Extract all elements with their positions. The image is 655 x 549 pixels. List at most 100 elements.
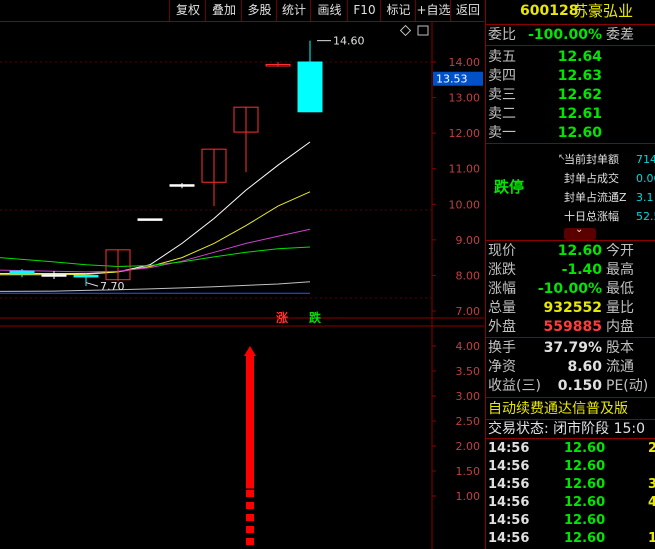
y-tick-label: 7.00 [456, 305, 481, 318]
tick-price: 12.60 [564, 495, 606, 510]
quote-row: 外盘 559885 内盘 [486, 318, 655, 336]
candle[interactable] [105, 249, 131, 281]
sell-row[interactable]: 卖一 12.60 [486, 124, 655, 142]
sell-price: 12.61 [557, 106, 602, 122]
indicator-tick-label: 3.50 [456, 365, 481, 378]
quote-row: 涨跌 -1.40 最高 [486, 261, 655, 279]
tick-time: 14:56 [488, 495, 530, 510]
tick-time: 14:56 [488, 531, 530, 546]
tick-volume: 4 [648, 495, 655, 510]
candle[interactable] [265, 62, 291, 67]
limit-row: 封单占成交 0.06 [486, 170, 655, 188]
fundamental-row: 换手 37.79% 股本 [486, 339, 655, 357]
sell-price: 12.62 [557, 87, 602, 103]
quote-value: 12.60 [557, 243, 602, 259]
up-arrow-icon [244, 346, 256, 356]
sell-row[interactable]: 卖二 12.61 [486, 105, 655, 123]
stock-code: 600128 [520, 3, 579, 19]
collapse-button[interactable]: ⌄ [564, 224, 596, 240]
candle[interactable] [201, 148, 227, 207]
indicator-tick-label: 2.50 [456, 415, 481, 428]
quote-right-label: 量比 [606, 300, 634, 316]
ma-line-1 [0, 191, 311, 276]
sell-row[interactable]: 卖五 12.64 [486, 48, 655, 66]
diamond-icon[interactable] [399, 24, 412, 37]
tick-price: 12.60 [564, 531, 606, 546]
high-price-label: 14.60 [333, 35, 365, 48]
banner-text[interactable]: 自动续费通达信普及版 [488, 400, 628, 418]
tick-time: 14:56 [488, 477, 530, 492]
candle[interactable] [297, 40, 323, 113]
limit-label: 封单占成交 [564, 172, 619, 185]
marker-label: 涨 [276, 310, 288, 325]
tick-price: 12.60 [564, 477, 606, 492]
diff-label: 委差 [606, 27, 634, 43]
sell-row[interactable]: 卖四 12.63 [486, 67, 655, 85]
quote-panel: 600128 苏豪弘业 委比 -100.00% 委差 卖五 12.64 卖四 12.6… [485, 0, 655, 549]
sell-row[interactable]: 卖三 12.62 [486, 86, 655, 104]
y-tick-label: 11.00 [449, 163, 481, 176]
limit-row: 当前封单额 714 [486, 151, 655, 169]
tick-price: 12.60 [564, 459, 606, 474]
sell-label: 卖五 [488, 49, 516, 65]
tick-row[interactable]: 14:56 12.60 4 [486, 494, 655, 512]
tick-row[interactable]: 14:56 12.60 1 [486, 530, 655, 548]
tick-volume: 2 [648, 441, 655, 456]
divider [486, 337, 655, 338]
quote-right-label: 今开 [606, 243, 634, 259]
tick-volume: 1 [648, 531, 655, 546]
tick-volume: 3 [648, 477, 655, 492]
candle[interactable] [137, 218, 163, 221]
limit-label: 十日总涨幅 [564, 210, 619, 223]
tick-row[interactable]: 14:56 12.60 [486, 512, 655, 530]
fundamental-row: 收益(三) 0.150 PE(动) [486, 377, 655, 395]
chart-labels: 14.60 7.70 涨 跌 [85, 35, 365, 325]
low-price-label: 7.70 [100, 280, 125, 293]
window-box-icon[interactable] [417, 25, 429, 36]
candle[interactable] [169, 182, 195, 189]
ma-line-4 [0, 281, 311, 292]
indicator-tick-label: 1.50 [456, 465, 481, 478]
tick-row[interactable]: 14:56 12.60 2 [486, 440, 655, 458]
quote-right-label: 最低 [606, 281, 634, 297]
tick-row[interactable]: 14:56 12.60 3 [486, 476, 655, 494]
tick-price: 12.60 [564, 513, 606, 528]
fundamental-label: 换手 [488, 340, 516, 356]
y-tick-label: 8.00 [456, 269, 481, 282]
limit-row: 封单占流通Z 3.1 [486, 189, 655, 207]
marker-label: 跌 [309, 310, 322, 325]
indicator-pane: 4.00 3.50 3.00 2.50 2.00 1.50 1.00 [244, 340, 480, 545]
order-ratio-row: 委比 -100.00% 委差 [486, 26, 655, 44]
quote-label: 现价 [488, 243, 516, 259]
indicator-tick-label: 4.00 [456, 340, 481, 353]
tick-time: 14:56 [488, 441, 530, 456]
y-tick-label: 10.00 [449, 198, 481, 211]
limit-label: 封单占流通Z [564, 191, 627, 204]
candle[interactable] [41, 271, 67, 279]
quote-row: 总量 932552 量比 [486, 299, 655, 317]
quote-row: 涨幅 -10.00% 最低 [486, 280, 655, 298]
cursor-icon: ↖ [558, 153, 566, 163]
quote-label: 外盘 [488, 319, 516, 335]
promo-banner[interactable]: 自动续费通达信普及版 [486, 400, 655, 418]
candle[interactable] [233, 106, 259, 173]
candlestick-chart[interactable]: 14.00 13.00 12.00 11.00 10.00 9.00 8.00 7.00 13.… [0, 0, 484, 549]
limit-value: 52.5 [636, 210, 655, 223]
fundamental-right-label: 股本 [606, 340, 634, 356]
tick-row[interactable]: 14:56 12.60 [486, 458, 655, 476]
indicator-bar [246, 355, 254, 489]
sell-label: 卖四 [488, 68, 516, 84]
price-axis: 14.00 13.00 12.00 11.00 10.00 9.00 8.00 7.00 13.… [432, 56, 483, 318]
sell-label: 卖一 [488, 125, 516, 141]
kline-chart-panel[interactable]: 复权 叠加 多股 统计 画线 F10 标记 +自选 返回 14.00 13.00 12.00 11.0… [0, 0, 484, 549]
quote-value: 932552 [543, 300, 602, 316]
divider [486, 45, 655, 46]
quote-label: 总量 [488, 300, 516, 316]
quote-label: 涨跌 [488, 262, 516, 278]
fundamental-value: 8.60 [567, 359, 602, 375]
ratio-value: -100.00% [528, 27, 602, 43]
divider [486, 438, 655, 439]
divider [486, 397, 655, 398]
stock-header: 600128 苏豪弘业 [486, 2, 655, 22]
candle[interactable] [73, 273, 99, 287]
